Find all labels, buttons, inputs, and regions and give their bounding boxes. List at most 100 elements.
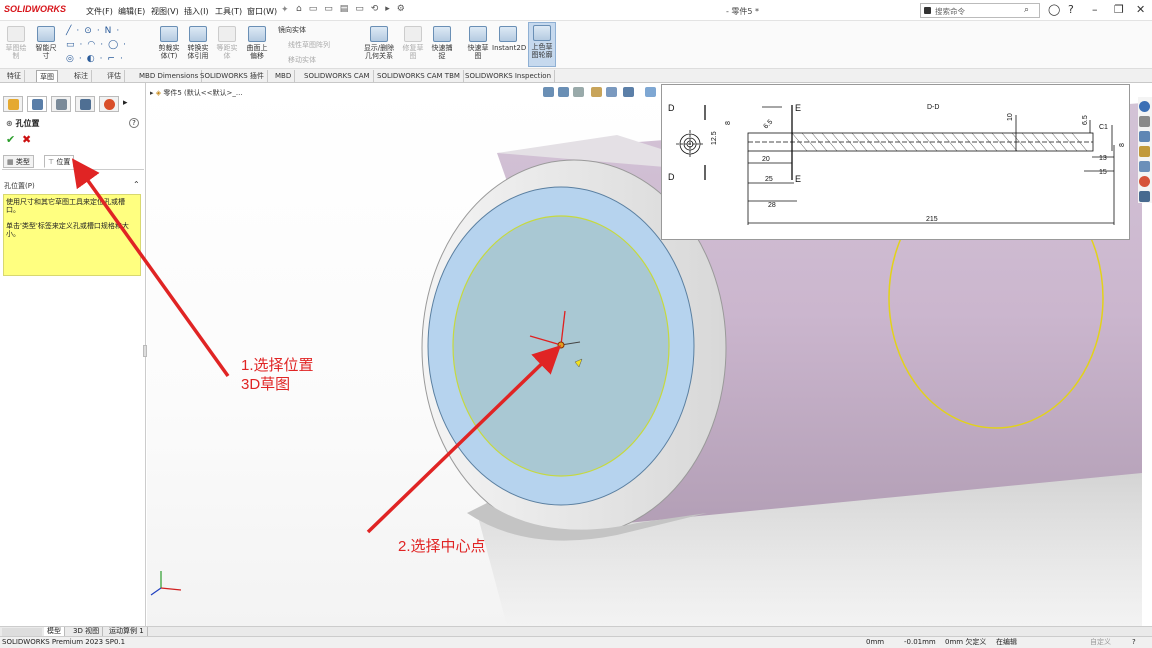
dim-diameter-8: 8 [725, 121, 732, 125]
section-title: D-D [927, 104, 939, 111]
rapid-sketch-button[interactable]: 快速草 图 [465, 24, 491, 60]
dim-15: 15 [1099, 169, 1107, 176]
dim-13: 13 [1099, 155, 1107, 162]
dim-215: 215 [926, 216, 938, 223]
restore-icon[interactable]: ❐ [1114, 3, 1124, 16]
reference-drawing: D D E E D-D 8 12.5 6.5 10 6.5 C1 13 15 2… [661, 84, 1130, 240]
linear-pattern-button[interactable]: 线性草图阵列 [288, 40, 330, 50]
status-bar: SOLIDWORKS Premium 2023 SP0.1 0mm -0.01m… [0, 636, 1152, 648]
dim-hole-6-5: 6.5 [762, 119, 774, 131]
appearances-icon[interactable] [1139, 161, 1150, 172]
shaded-sketch-contours-button[interactable]: 上色草 图轮廓 [528, 22, 556, 67]
pin-icon[interactable]: ✦ [281, 5, 289, 15]
offset-on-surface-button[interactable]: 曲面上 偏移 [243, 24, 271, 60]
view-palette-icon[interactable] [1139, 146, 1150, 157]
forum-icon[interactable] [1139, 191, 1150, 202]
smart-dimension-icon [37, 26, 55, 42]
menu-window[interactable]: 窗口(W) [247, 6, 277, 17]
tab-mbd-dimensions[interactable]: MBD Dimensions [136, 70, 203, 82]
tab-features[interactable]: 特征 [4, 70, 25, 82]
propertymanager-tab[interactable] [27, 96, 47, 112]
triad-axes-icon [150, 571, 182, 596]
instant2d-button[interactable]: Instant2D [492, 24, 526, 52]
search-icon: ⌕ [1024, 5, 1030, 15]
tab-evaluate[interactable]: 评估 [104, 70, 125, 82]
minimize-icon[interactable]: – [1092, 3, 1098, 16]
tab-position[interactable]: ⊤ 位置 [44, 155, 75, 168]
property-manager-panel: ▸ ⊛ 孔位置 ? ✔ ✖ ▦ 类型 ⊤ 位置 孔位置(P) ⌃ 使用尺寸和其它… [0, 83, 147, 626]
help-icon[interactable]: ? [129, 118, 139, 128]
move-entities-button[interactable]: 移动实体 [288, 55, 316, 65]
panel-more-icon[interactable]: ▸ [123, 98, 128, 108]
app-logo: SOLIDWORKS [4, 4, 66, 14]
status-help-icon[interactable]: ? [1132, 637, 1136, 648]
menu-insert[interactable]: 插入(I) [184, 6, 209, 17]
trim-entities-button[interactable]: 剪裁实 体(T) [156, 24, 182, 60]
dim-chamfer-c1: C1 [1099, 124, 1108, 131]
relations-icon [370, 26, 388, 42]
solidworks-resources-icon[interactable] [1139, 101, 1150, 112]
offset-entities-button[interactable]: 等距实 体 [214, 24, 240, 60]
dimxpert-tab[interactable] [75, 96, 95, 112]
cancel-x-icon[interactable]: ✖ [22, 133, 31, 146]
appearance-icon [104, 99, 115, 110]
search-commands-input[interactable]: 搜索命令 ⌕ [920, 3, 1040, 18]
tab-scroll-arrows[interactable] [2, 628, 42, 636]
file-explorer-icon[interactable] [1139, 131, 1150, 142]
featuremanager-tab[interactable] [3, 96, 23, 112]
tab-solidworks-addins[interactable]: SOLIDWORKS 插件 [197, 70, 268, 82]
property-icon [32, 99, 43, 110]
instant2d-icon [499, 26, 517, 42]
mirror-entities-button[interactable]: 镜向实体 [278, 25, 306, 35]
task-pane-bar [1138, 97, 1152, 203]
custom-properties-icon[interactable] [1139, 176, 1150, 187]
sketch-icon [7, 26, 25, 42]
menu-file[interactable]: 文件(F) [86, 6, 113, 17]
sketch-entity-tools[interactable]: ╱·⊙·Ν· ▭·◠·◯· ◎·◐·⌐· [66, 24, 152, 66]
tab-markup[interactable]: 标注 [71, 70, 92, 82]
collapse-chevron-icon[interactable]: ⌃ [133, 180, 140, 189]
status-units[interactable]: 自定义 [1090, 637, 1111, 648]
repair-sketch-button[interactable]: 修复草 图 [400, 24, 426, 60]
quick-access-toolbar[interactable]: ⌂▭▭▤▭⟲▸⚙ [296, 4, 412, 14]
tab-sketch[interactable]: 草图 [36, 70, 58, 82]
type-icon: ▦ [7, 158, 16, 166]
command-manager-ribbon: 草图绘 制 智能尺 寸 ╱·⊙·Ν· ▭·◠·◯· ◎·◐·⌐· 剪裁实 体(T) … [0, 21, 1152, 69]
status-z: 0mm 欠定义 [945, 638, 987, 646]
menu-view[interactable]: 视图(V) [151, 6, 179, 17]
tab-mbd[interactable]: MBD [272, 70, 296, 82]
section-mark-e-top: E [795, 103, 801, 113]
close-icon[interactable]: ✕ [1136, 3, 1145, 16]
section-mark-e-bottom: E [795, 174, 801, 184]
menu-tools[interactable]: 工具(T) [215, 6, 242, 17]
display-manager-tab[interactable] [99, 96, 119, 112]
trim-icon [160, 26, 178, 42]
menu-edit[interactable]: 编辑(E) [118, 6, 145, 17]
configurationmanager-tab[interactable] [51, 96, 71, 112]
help-icon[interactable]: ? [1068, 3, 1074, 16]
configuration-icon [56, 99, 67, 110]
tab-type[interactable]: ▦ 类型 [3, 155, 34, 168]
smart-dimension-button[interactable]: 智能尺 寸 [33, 24, 59, 60]
feature-tree-icon [8, 99, 19, 110]
display-relations-button[interactable]: 显示/删除 几何关系 [360, 24, 398, 60]
sketch-button[interactable]: 草图绘 制 [4, 24, 28, 60]
user-icon[interactable]: ◯ [1048, 3, 1060, 16]
snaps-icon [433, 26, 451, 42]
tab-solidworks-cam[interactable]: SOLIDWORKS CAM [301, 70, 374, 82]
shaded-contour-icon [533, 25, 551, 41]
quick-snaps-button[interactable]: 快速捕 捉 [429, 24, 455, 60]
tab-solidworks-cam-tbm[interactable]: SOLIDWORKS CAM TBM [374, 70, 464, 82]
section-mark-d-top: D [668, 103, 675, 113]
ok-check-icon[interactable]: ✔ [6, 133, 15, 146]
search-placeholder: 搜索命令 [935, 7, 965, 16]
section-mark-d-bottom: D [668, 172, 675, 182]
convert-entities-button[interactable]: 转换实 体引用 [184, 24, 212, 60]
dim-diameter-6-5: 6.5 [1082, 115, 1089, 125]
tab-solidworks-inspection[interactable]: SOLIDWORKS Inspection [462, 70, 556, 82]
design-library-icon[interactable] [1139, 116, 1150, 127]
title-bar: SOLIDWORKS 文件(F) 编辑(E) 视图(V) 插入(I) 工具(T)… [0, 0, 1152, 21]
dimxpert-icon [80, 99, 91, 110]
annotation-step-1: 1.选择位置 3D草图 [241, 357, 314, 393]
command-icon [924, 7, 931, 14]
